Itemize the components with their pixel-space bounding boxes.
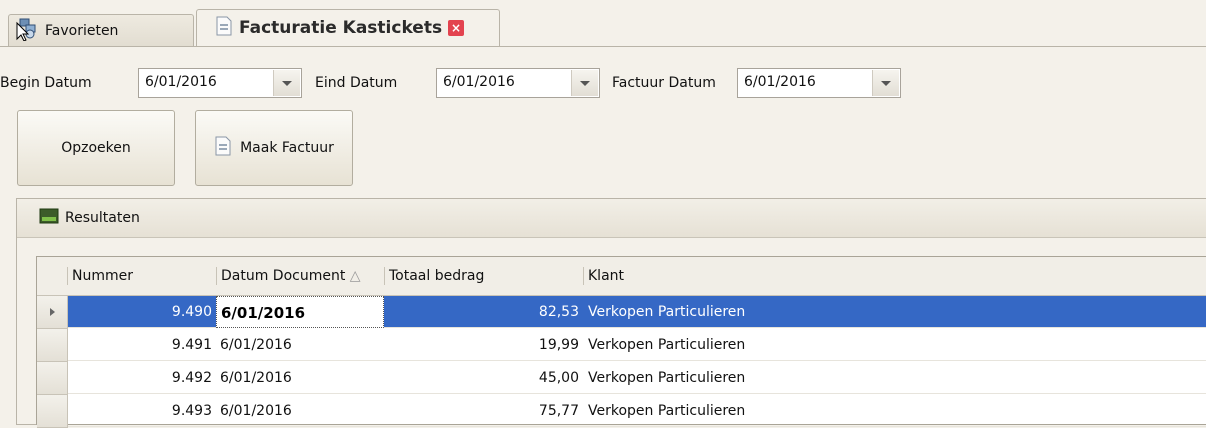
cell-klant: Verkopen Particulieren [583, 362, 1206, 394]
cell-klant: Verkopen Particulieren [583, 329, 1206, 361]
opzoeken-label: Opzoeken [61, 140, 131, 156]
table-row[interactable]: 9.490 6/01/2016 82,53 Verkopen Particuli… [37, 296, 1206, 329]
grid-icon [39, 207, 59, 229]
column-datum-label: Datum Document [221, 268, 346, 284]
cell-nummer: 9.491 [68, 329, 216, 361]
favorites-icon [15, 17, 39, 45]
chevron-down-icon[interactable] [872, 70, 899, 96]
column-totaal-bedrag[interactable]: Totaal bedrag [384, 267, 579, 285]
chevron-down-icon[interactable] [273, 70, 300, 96]
cell-bedrag: 45,00 [384, 362, 583, 394]
eind-datum-label: Eind Datum [315, 75, 398, 91]
table-row[interactable]: 9.492 6/01/2016 45,00 Verkopen Particuli… [37, 362, 1206, 395]
factuur-datum-combo[interactable]: 6/01/2016 [737, 68, 901, 98]
row-selector[interactable] [37, 329, 68, 362]
table-row[interactable]: 9.493 6/01/2016 75,77 Verkopen Particuli… [37, 395, 1206, 428]
maak-factuur-label: Maak Factuur [240, 140, 334, 156]
table-row[interactable]: 9.491 6/01/2016 19,99 Verkopen Particuli… [37, 329, 1206, 362]
cell-klant: Verkopen Particulieren [583, 395, 1206, 427]
begin-datum-combo[interactable]: 6/01/2016 [138, 68, 302, 98]
row-selector[interactable] [37, 395, 68, 428]
sort-ascending-icon: △ [349, 268, 361, 284]
cell-nummer: 9.492 [68, 362, 216, 394]
cell-nummer: 9.493 [68, 395, 216, 427]
row-selector[interactable] [37, 296, 68, 329]
tab-favorieten-label: Favorieten [45, 22, 119, 39]
chevron-down-icon[interactable] [571, 70, 598, 96]
cell-datum: 6/01/2016 [216, 362, 384, 394]
cell-datum: 6/01/2016 [216, 395, 384, 427]
cell-nummer: 9.490 [68, 296, 216, 328]
tab-favorieten[interactable]: Favorieten [8, 14, 194, 46]
results-title: Resultaten [65, 210, 140, 226]
tab-bar: Favorieten Facturatie Kastickets × [0, 0, 1206, 47]
cell-bedrag: 19,99 [384, 329, 583, 361]
factuur-datum-label: Factuur Datum [612, 75, 716, 91]
cell-bedrag: 82,53 [384, 296, 583, 328]
begin-datum-label: Begin Datum [0, 75, 92, 91]
cell-klant: Verkopen Particulieren [583, 296, 1206, 328]
cell-datum: 6/01/2016 [216, 329, 384, 361]
results-grid[interactable]: Nummer Datum Document △ Totaal bedrag Kl… [36, 256, 1206, 428]
document-icon [214, 136, 232, 160]
column-klant[interactable]: Klant [583, 267, 1188, 285]
maak-factuur-button[interactable]: Maak Factuur [195, 110, 353, 186]
cell-datum: 6/01/2016 [216, 296, 384, 328]
eind-datum-combo[interactable]: 6/01/2016 [436, 68, 600, 98]
row-selector[interactable] [37, 362, 68, 395]
opzoeken-button[interactable]: Opzoeken [17, 110, 175, 186]
close-icon[interactable]: × [448, 20, 465, 36]
document-icon [215, 16, 233, 40]
eind-datum-value: 6/01/2016 [443, 74, 515, 90]
column-nummer[interactable]: Nummer [67, 267, 218, 285]
column-headers: Nummer Datum Document △ Totaal bedrag Kl… [37, 257, 1206, 296]
cell-bedrag: 75,77 [384, 395, 583, 427]
column-datum-document[interactable]: Datum Document △ [216, 267, 383, 285]
results-header: Resultaten [17, 199, 1206, 238]
tab-facturatie-label: Facturatie Kastickets [239, 18, 443, 38]
factuur-datum-value: 6/01/2016 [744, 74, 816, 90]
tab-facturatie-kastickets[interactable]: Facturatie Kastickets × [196, 9, 500, 47]
tab-bar-divider [0, 46, 1206, 47]
begin-datum-value: 6/01/2016 [145, 74, 217, 90]
